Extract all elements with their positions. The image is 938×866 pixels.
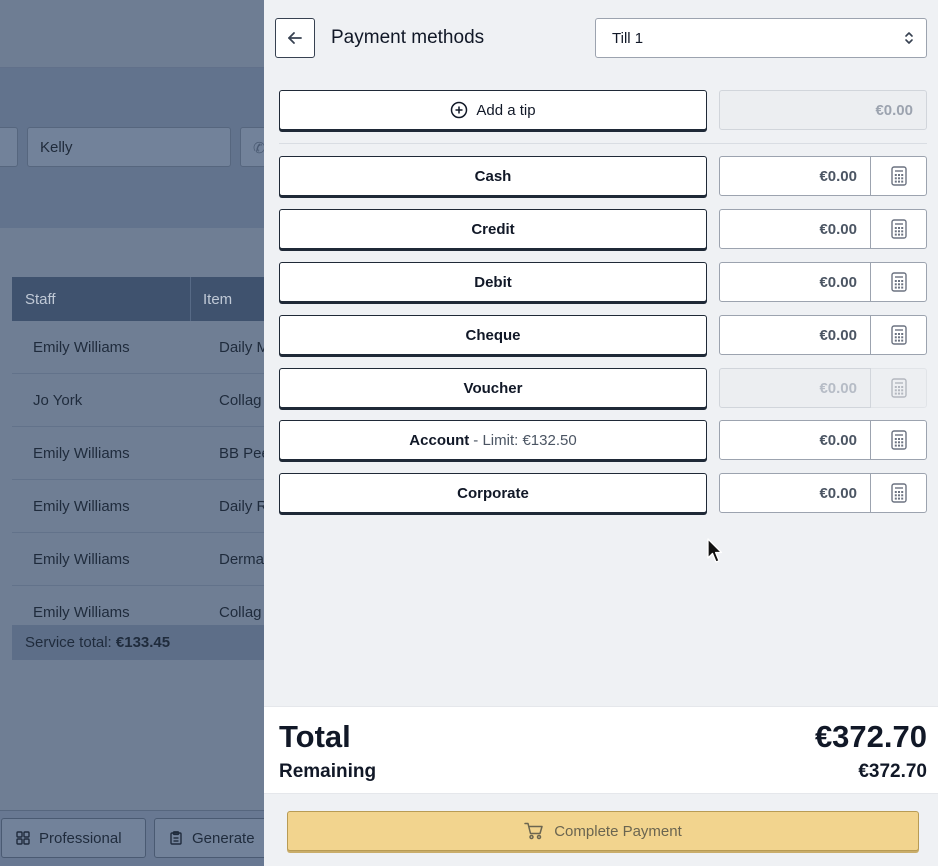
background-page: Kelly ✆ Staff Item Emily Williams Daily …: [0, 0, 264, 866]
arrow-left-icon: [288, 32, 302, 44]
item-cell: Daily R: [219, 498, 264, 515]
generate-button: Generate: [154, 818, 264, 858]
cheque-button[interactable]: Cheque: [279, 315, 707, 355]
credit-amount-field[interactable]: €0.00: [719, 209, 871, 249]
services-table: Staff Item Emily Williams Daily M Jo Yor…: [12, 277, 264, 628]
plus-circle-icon: [451, 101, 468, 119]
item-cell: Derma: [219, 551, 264, 568]
complete-payment-label: Complete Payment: [554, 822, 682, 840]
complete-payment-button[interactable]: Complete Payment: [287, 811, 919, 851]
voucher-amount-field: €0.00: [719, 368, 871, 408]
staff-cell: Emily Williams: [33, 604, 130, 621]
add-tip-label: Add a tip: [476, 101, 536, 119]
account-label: Account: [409, 431, 470, 449]
mouse-cursor-icon: [707, 538, 723, 563]
table-row: Emily Williams BB Pee: [12, 427, 264, 480]
corporate-calculator-button[interactable]: [870, 473, 927, 513]
client-name-input: Kelly: [27, 127, 231, 167]
total-value: €372.70: [814, 719, 927, 754]
debit-amount-field[interactable]: €0.00: [719, 262, 871, 302]
account-calculator-button[interactable]: [870, 420, 927, 460]
chevron-up-down-icon: [905, 32, 913, 44]
credit-calculator-button[interactable]: [870, 209, 927, 249]
payment-methods-drawer: Payment methods Till 1 Add a tip €0.00 C…: [264, 0, 938, 866]
calculator-icon: [890, 219, 907, 239]
cash-button[interactable]: Cash: [279, 156, 707, 196]
cheque-calculator-button[interactable]: [870, 315, 927, 355]
divider: [279, 143, 927, 144]
cheque-label: Cheque: [465, 326, 521, 344]
table-row: Emily Williams Derma: [12, 533, 264, 586]
table-row: Emily Williams Daily R: [12, 480, 264, 533]
phone-input: ✆: [240, 127, 264, 167]
service-total-value: €133.45: [115, 634, 171, 651]
page-title: Payment methods: [331, 27, 485, 48]
calculator-icon: [890, 378, 907, 398]
cash-amount-field[interactable]: €0.00: [719, 156, 871, 196]
staff-cell: Emily Williams: [33, 498, 130, 515]
debit-calculator-button[interactable]: [870, 262, 927, 302]
account-button[interactable]: Account - Limit: €132.50: [279, 420, 707, 460]
table-row: Jo York Collag: [12, 374, 264, 427]
total-label: Total: [279, 719, 351, 754]
calculator-icon: [890, 166, 907, 186]
remaining-value: €372.70: [858, 761, 927, 782]
table-row: Emily Williams Collag: [12, 586, 264, 628]
calculator-icon: [890, 483, 907, 503]
column-separator: [190, 277, 191, 321]
grid-icon: [16, 831, 30, 845]
table-row: Emily Williams Daily M: [12, 321, 264, 374]
clipboard-icon: [170, 831, 182, 845]
background-topbar: [0, 0, 264, 68]
account-limit: - Limit: €132.50: [473, 431, 577, 449]
totals-panel: Total €372.70 Remaining €372.70: [264, 706, 938, 794]
staff-cell: Emily Williams: [33, 445, 130, 462]
item-cell: Collag: [219, 604, 262, 621]
service-total-label: Service total:: [25, 634, 112, 651]
table-header: Staff Item: [12, 277, 264, 321]
calculator-icon: [890, 325, 907, 345]
till-select-value: Till 1: [612, 30, 644, 47]
phone-icon: ✆: [253, 140, 264, 157]
column-header-item: Item: [203, 291, 233, 308]
corporate-amount-field[interactable]: €0.00: [719, 473, 871, 513]
voucher-button[interactable]: Voucher: [279, 368, 707, 408]
item-cell: BB Pee: [219, 445, 264, 462]
debit-label: Debit: [474, 273, 512, 291]
cash-calculator-button[interactable]: [870, 156, 927, 196]
back-button[interactable]: [275, 18, 315, 58]
service-total: Service total: €133.45: [12, 625, 264, 660]
item-cell: Collag: [219, 392, 262, 409]
cart-icon: [524, 822, 543, 840]
column-header-staff: Staff: [25, 291, 56, 308]
debit-button[interactable]: Debit: [279, 262, 707, 302]
till-select[interactable]: Till 1: [595, 18, 927, 58]
corporate-label: Corporate: [457, 484, 529, 502]
voucher-label: Voucher: [463, 379, 523, 397]
voucher-calculator-button: [870, 368, 927, 408]
add-tip-button[interactable]: Add a tip: [279, 90, 707, 130]
remaining-label: Remaining: [279, 761, 377, 782]
item-cell: Daily M: [219, 339, 264, 356]
professional-button: Professional: [1, 818, 146, 858]
corporate-button[interactable]: Corporate: [279, 473, 707, 513]
credit-label: Credit: [471, 220, 515, 238]
calculator-icon: [890, 430, 907, 450]
professional-button-label: Professional: [39, 829, 122, 847]
staff-cell: Jo York: [33, 392, 83, 409]
staff-cell: Emily Williams: [33, 339, 130, 356]
cash-label: Cash: [474, 167, 512, 185]
staff-cell: Emily Williams: [33, 551, 130, 568]
background-input-left: [0, 127, 18, 167]
tip-amount-field: €0.00: [719, 90, 927, 130]
account-amount-field[interactable]: €0.00: [719, 420, 871, 460]
credit-button[interactable]: Credit: [279, 209, 707, 249]
generate-button-label: Generate: [192, 829, 255, 847]
calculator-icon: [890, 272, 907, 292]
cheque-amount-field[interactable]: €0.00: [719, 315, 871, 355]
